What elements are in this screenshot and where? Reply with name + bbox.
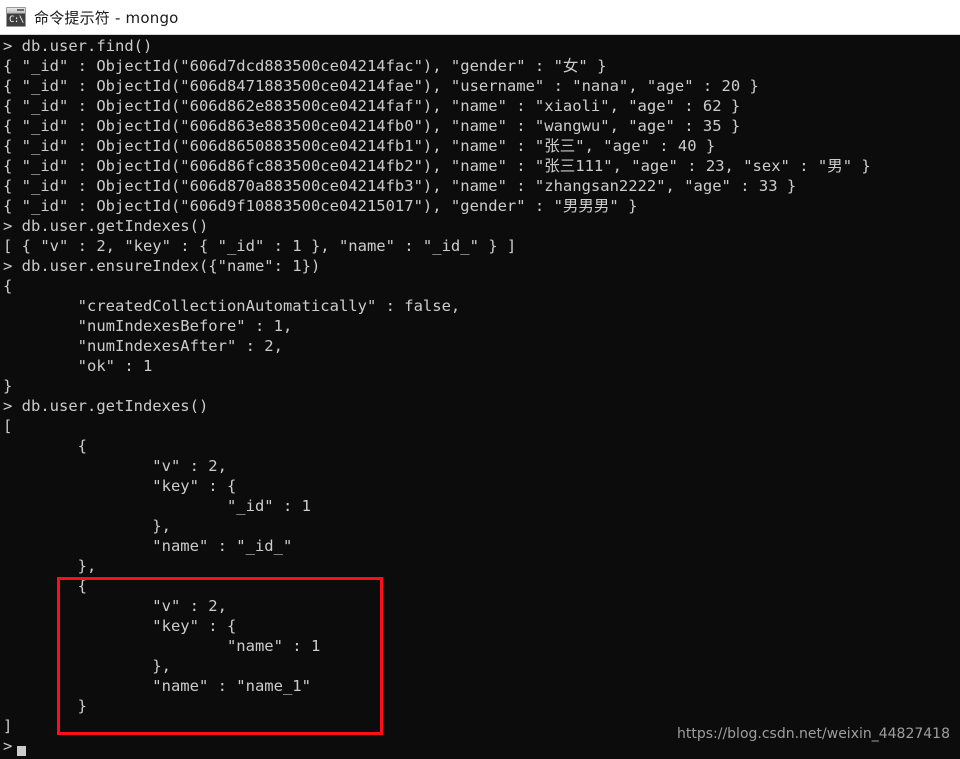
console-line: "_id" : 1 <box>3 497 311 515</box>
icon-titlebar-strip <box>7 8 25 14</box>
console-line: } <box>3 697 87 715</box>
watermark-text: https://blog.csdn.net/weixin_44827418 <box>676 726 950 742</box>
console-line: { <box>3 437 87 455</box>
console-line: > db.user.getIndexes() <box>3 397 209 415</box>
console-line: { "_id" : ObjectId("606d9f10883500ce0421… <box>3 197 638 215</box>
console-line: }, <box>3 557 97 575</box>
console-line: { "_id" : ObjectId("606d7dcd883500ce0421… <box>3 57 607 75</box>
console-line: }, <box>3 657 171 675</box>
console-cursor <box>17 746 26 756</box>
console-line: { <box>3 577 87 595</box>
console-line: "name" : "_id_" <box>3 537 293 555</box>
console-line: > <box>3 737 13 755</box>
console-line: { "_id" : ObjectId("606d862e883500ce0421… <box>3 97 741 115</box>
console-line: > db.user.ensureIndex({"name": 1}) <box>3 257 321 275</box>
console-line: ] <box>3 717 13 735</box>
console-line: "name" : "name_1" <box>3 677 311 695</box>
console-line: "v" : 2, <box>3 597 227 615</box>
console-line: "ok" : 1 <box>3 357 153 375</box>
console-line: > db.user.getIndexes() <box>3 217 209 235</box>
console-line: { "_id" : ObjectId("606d863e883500ce0421… <box>3 117 741 135</box>
console-line: [ <box>3 417 13 435</box>
console-line: { <box>3 277 13 295</box>
console-line: "key" : { <box>3 617 237 635</box>
console-line: "key" : { <box>3 477 237 495</box>
console-line: { "_id" : ObjectId("606d8471883500ce0421… <box>3 77 759 95</box>
console-line: { "_id" : ObjectId("606d86fc883500ce0421… <box>3 157 871 175</box>
console-line: }, <box>3 517 171 535</box>
console-output-area[interactable]: > db.user.find() { "_id" : ObjectId("606d… <box>0 36 960 759</box>
console-line: { "_id" : ObjectId("606d870a883500ce0421… <box>3 177 797 195</box>
console-line: "createdCollectionAutomatically" : false… <box>3 297 461 315</box>
console-prompt-icon: C:\ <box>6 7 26 27</box>
console-line: "numIndexesAfter" : 2, <box>3 337 283 355</box>
console-line: "v" : 2, <box>3 457 227 475</box>
window-titlebar: C:\ 命令提示符 - mongo <box>0 0 960 35</box>
icon-prompt-glyph: C:\ <box>9 15 24 25</box>
console-line: "numIndexesBefore" : 1, <box>3 317 293 335</box>
window-title: 命令提示符 - mongo <box>34 8 179 27</box>
console-line: "name" : 1 <box>3 637 321 655</box>
console-line: > db.user.find() <box>3 37 153 55</box>
console-line: [ { "v" : 2, "key" : { "_id" : 1 }, "nam… <box>3 237 517 255</box>
console-line: { "_id" : ObjectId("606d8650883500ce0421… <box>3 137 716 155</box>
console-line: } <box>3 377 13 395</box>
command-prompt-window: C:\ 命令提示符 - mongo > db.user.find() { "_id… <box>0 0 960 759</box>
